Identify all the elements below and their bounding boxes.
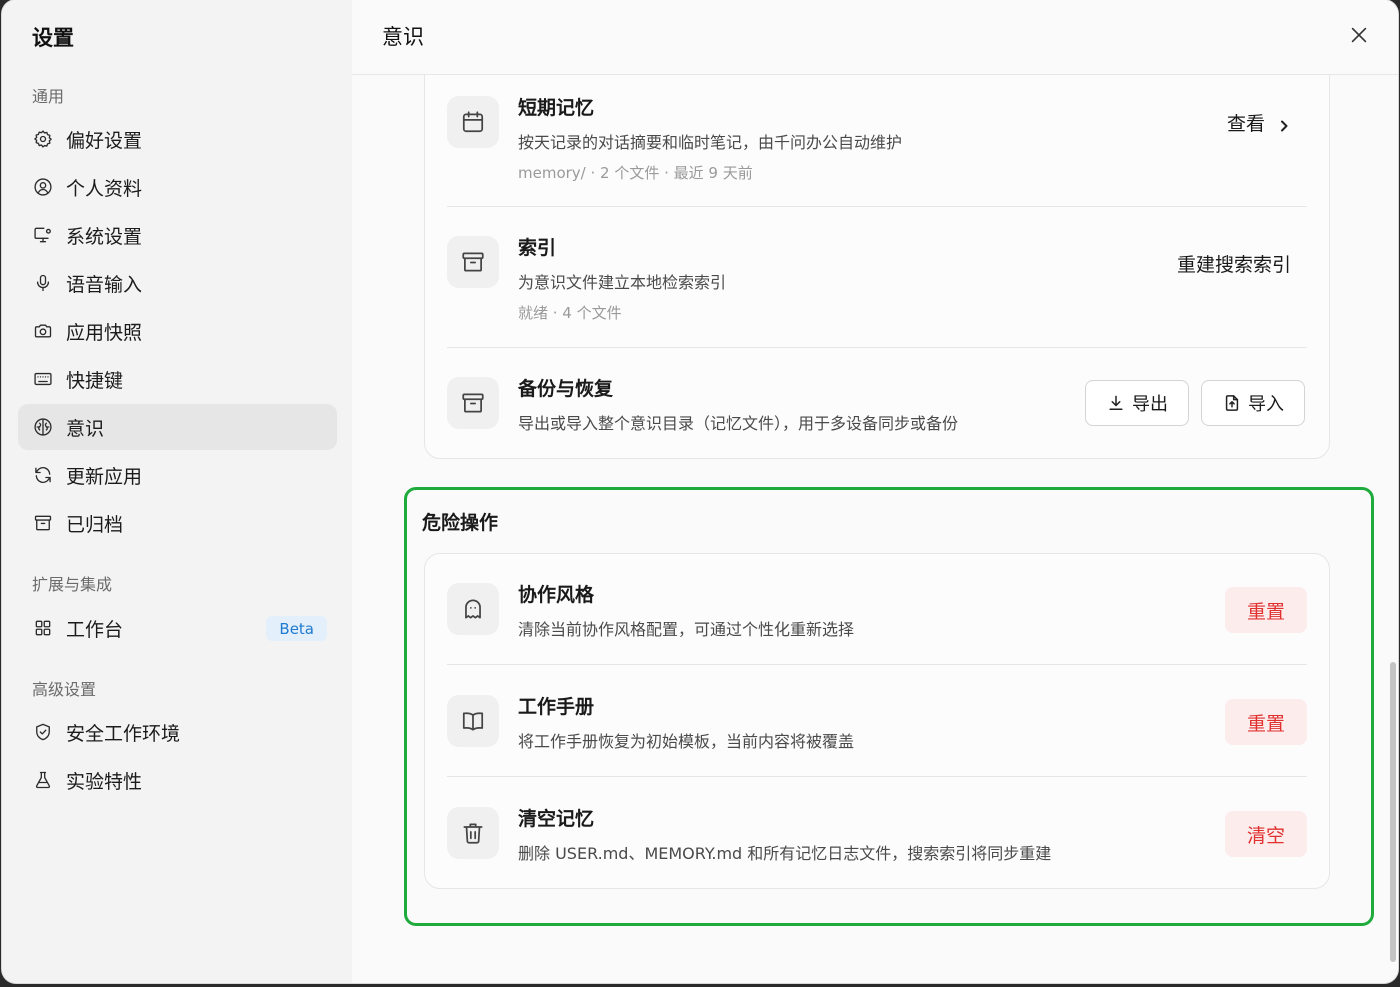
gear-icon bbox=[32, 128, 54, 150]
camera-icon bbox=[32, 320, 54, 342]
archive-icon bbox=[32, 512, 54, 534]
sidebar-title: 设置 bbox=[32, 26, 74, 50]
archive-box-icon bbox=[447, 236, 499, 288]
refresh-icon bbox=[32, 464, 54, 486]
collab-style-title: 协作风格 bbox=[518, 584, 595, 606]
archive-box-icon bbox=[447, 377, 499, 429]
short-term-memory-title: 短期记忆 bbox=[518, 97, 595, 119]
beta-badge: Beta bbox=[266, 616, 327, 641]
flask-icon bbox=[32, 769, 54, 791]
sidebar-item-preferences[interactable]: 偏好设置 bbox=[18, 116, 337, 162]
handbook-desc: 将工作手册恢复为初始模板，当前内容将被覆盖 bbox=[518, 732, 855, 751]
ghost-icon bbox=[447, 583, 499, 635]
sidebar-item-workbench[interactable]: 工作台 Beta bbox=[18, 605, 337, 651]
clear-memory-button[interactable]: 清空 bbox=[1225, 811, 1307, 857]
grid-icon bbox=[32, 617, 54, 639]
keyboard-icon bbox=[32, 368, 54, 390]
view-memory-button[interactable]: 查看 bbox=[1227, 109, 1291, 136]
memory-settings-card: 短期记忆 按天记录的对话摘要和临时笔记，由千问办公自动维护 memory/ · … bbox=[424, 40, 1330, 459]
collab-style-row: 协作风格 清除当前协作风格配置，可通过个性化重新选择 重置 bbox=[447, 554, 1307, 665]
sidebar-item-system[interactable]: 系统设置 bbox=[18, 212, 337, 258]
shield-check-icon bbox=[32, 721, 54, 743]
main-header: 意识 bbox=[352, 0, 1398, 75]
reset-handbook-button[interactable]: 重置 bbox=[1225, 699, 1307, 745]
sidebar-item-label: 更新应用 bbox=[66, 465, 143, 488]
handbook-row: 工作手册 将工作手册恢复为初始模板，当前内容将被覆盖 重置 bbox=[447, 665, 1307, 777]
sidebar-item-label: 语音输入 bbox=[66, 273, 143, 296]
file-import-icon bbox=[1225, 395, 1239, 411]
rebuild-index-button[interactable]: 重建搜索索引 bbox=[1177, 250, 1291, 277]
clear-memory-title: 清空记忆 bbox=[518, 808, 595, 830]
microphone-icon bbox=[32, 272, 54, 294]
import-button[interactable]: 导入 bbox=[1201, 380, 1305, 426]
rebuild-index-label: 重建搜索索引 bbox=[1176, 254, 1291, 276]
index-row: 索引 为意识文件建立本地检索索引 就绪 · 4 个文件 重建搜索索引 bbox=[447, 207, 1307, 348]
user-circle-icon bbox=[32, 176, 54, 198]
close-button[interactable] bbox=[1348, 24, 1370, 46]
import-label: 导入 bbox=[1248, 394, 1284, 415]
danger-zone-title: 危险操作 bbox=[422, 512, 499, 534]
sidebar-item-voice[interactable]: 语音输入 bbox=[18, 260, 337, 306]
sidebar-item-label: 偏好设置 bbox=[66, 129, 143, 152]
monitor-gear-icon bbox=[32, 224, 54, 246]
sidebar-item-consciousness[interactable]: 意识 bbox=[18, 404, 337, 450]
sidebar-item-shortcuts[interactable]: 快捷键 bbox=[18, 356, 337, 402]
sidebar-item-label: 实验特性 bbox=[66, 770, 143, 793]
short-term-memory-desc: 按天记录的对话摘要和临时笔记，由千问办公自动维护 bbox=[518, 133, 903, 152]
index-desc: 为意识文件建立本地检索索引 bbox=[518, 273, 727, 292]
danger-zone-card: 协作风格 清除当前协作风格配置，可通过个性化重新选择 重置 工作手册 将工作手册… bbox=[424, 553, 1330, 889]
sidebar-item-label: 已归档 bbox=[66, 513, 124, 536]
sidebar: 设置 通用 偏好设置 个人资料 系统设置 语音输入 应用快照 快捷键 意识 更新… bbox=[2, 0, 352, 983]
close-icon bbox=[1351, 27, 1367, 43]
scrollbar[interactable] bbox=[1390, 662, 1396, 962]
sidebar-item-secure-env[interactable]: 安全工作环境 bbox=[18, 709, 337, 755]
sidebar-item-label: 快捷键 bbox=[66, 369, 124, 392]
trash-icon bbox=[447, 807, 499, 859]
clear-memory-row: 清空记忆 删除 USER.md、MEMORY.md 和所有记忆日志文件，搜索索引… bbox=[447, 777, 1307, 890]
backup-desc: 导出或导入整个意识目录（记忆文件），用于多设备同步或备份 bbox=[518, 414, 959, 433]
sidebar-item-label: 应用快照 bbox=[66, 321, 143, 344]
sidebar-item-label: 意识 bbox=[66, 417, 105, 440]
sidebar-item-profile[interactable]: 个人资料 bbox=[18, 164, 337, 210]
clear-memory-desc: 删除 USER.md、MEMORY.md 和所有记忆日志文件，搜索索引将同步重建 bbox=[518, 844, 1052, 863]
section-label-extensions: 扩展与集成 bbox=[32, 575, 113, 594]
page-title: 意识 bbox=[382, 25, 424, 49]
reset-collab-style-button[interactable]: 重置 bbox=[1225, 587, 1307, 633]
settings-window: 设置 通用 偏好设置 个人资料 系统设置 语音输入 应用快照 快捷键 意识 更新… bbox=[2, 0, 1398, 983]
calendar-icon bbox=[447, 96, 499, 148]
sidebar-item-label: 个人资料 bbox=[66, 177, 143, 200]
view-memory-label: 查看 bbox=[1226, 113, 1265, 135]
section-label-advanced: 高级设置 bbox=[32, 680, 97, 699]
sidebar-item-update[interactable]: 更新应用 bbox=[18, 452, 337, 498]
backup-row: 备份与恢复 导出或导入整个意识目录（记忆文件），用于多设备同步或备份 导出 导入 bbox=[447, 348, 1307, 460]
brain-icon bbox=[32, 416, 54, 438]
index-meta: 就绪 · 4 个文件 bbox=[518, 304, 622, 322]
sidebar-item-archived[interactable]: 已归档 bbox=[18, 500, 337, 546]
sidebar-item-label: 系统设置 bbox=[66, 225, 143, 248]
chevron-right-icon bbox=[1277, 116, 1291, 131]
short-term-memory-meta: memory/ · 2 个文件 · 最近 9 天前 bbox=[518, 164, 753, 182]
sidebar-item-label: 工作台 bbox=[66, 618, 124, 641]
book-open-icon bbox=[447, 695, 499, 747]
section-label-general: 通用 bbox=[32, 87, 65, 106]
index-title: 索引 bbox=[518, 237, 557, 259]
sidebar-item-label: 安全工作环境 bbox=[66, 722, 181, 745]
backup-title: 备份与恢复 bbox=[518, 378, 614, 400]
main-panel: 意识 短期记忆 按天记录的对话摘要和临时笔记，由千问办公自动维护 memory/… bbox=[352, 0, 1398, 983]
export-label: 导出 bbox=[1132, 394, 1168, 415]
export-button[interactable]: 导出 bbox=[1085, 380, 1189, 426]
sidebar-item-experimental[interactable]: 实验特性 bbox=[18, 757, 337, 803]
collab-style-desc: 清除当前协作风格配置，可通过个性化重新选择 bbox=[518, 620, 855, 639]
sidebar-item-snapshot[interactable]: 应用快照 bbox=[18, 308, 337, 354]
download-icon bbox=[1109, 395, 1123, 410]
handbook-title: 工作手册 bbox=[518, 696, 595, 718]
